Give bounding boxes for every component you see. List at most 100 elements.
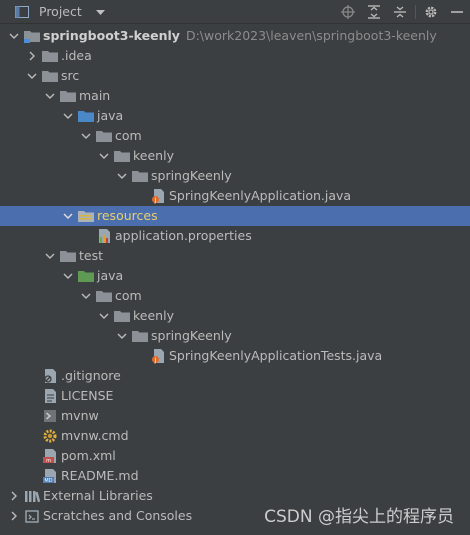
- project-tree: springboot3-keenly D:\work2023\leaven\sp…: [0, 24, 470, 535]
- tree-item-test-keenly[interactable]: keenly: [0, 306, 470, 326]
- resources-folder-icon: [78, 208, 94, 224]
- tree-item-keenly[interactable]: keenly: [0, 146, 470, 166]
- chevron-right-icon[interactable]: [8, 510, 20, 522]
- scratches-icon: [24, 508, 40, 524]
- maven-pom-icon: m: [42, 448, 58, 464]
- shell-script-icon: [42, 408, 58, 424]
- collapse-all-icon[interactable]: [387, 0, 413, 24]
- tree-item-label: java: [97, 268, 124, 283]
- tree-item-label: pom.xml: [61, 448, 116, 463]
- tree-item-label: mvnw.cmd: [61, 428, 129, 443]
- tree-item-test-java[interactable]: java: [0, 266, 470, 286]
- tree-item-label: LICENSE: [61, 388, 114, 403]
- tree-item-label: Scratches and Consoles: [43, 508, 193, 523]
- folder-icon: [42, 48, 58, 64]
- tree-item-label: resources: [97, 208, 158, 223]
- cmd-gear-icon: [42, 428, 58, 444]
- tree-item-test[interactable]: test: [0, 246, 470, 266]
- java-class-icon: J: [150, 348, 166, 364]
- tree-item-mvnw-cmd[interactable]: mvnw.cmd: [0, 426, 470, 446]
- tree-item-test-springkeenly[interactable]: springKeenly: [0, 326, 470, 346]
- tree-item-label: main: [79, 88, 111, 103]
- properties-file-icon: [96, 228, 112, 244]
- tree-item-label: SpringKeenlyApplicationTests.java: [169, 348, 383, 363]
- locate-icon[interactable]: [335, 0, 361, 24]
- tree-item-src[interactable]: src: [0, 66, 470, 86]
- chevron-right-icon[interactable]: [8, 490, 20, 502]
- package-folder-icon: [114, 308, 130, 324]
- root-project-name: springboot3-keenly: [43, 28, 180, 43]
- chevron-down-icon[interactable]: [62, 110, 74, 122]
- toolbar-divider: [415, 5, 416, 19]
- package-folder-icon: [96, 128, 112, 144]
- tree-item-idea[interactable]: .idea: [0, 46, 470, 66]
- java-class-icon: J: [150, 188, 166, 204]
- tree-item-resources[interactable]: resources: [0, 206, 470, 226]
- tree-item-license[interactable]: LICENSE: [0, 386, 470, 406]
- chevron-down-icon[interactable]: [8, 30, 20, 42]
- folder-icon: [60, 248, 76, 264]
- markdown-file-icon: MD: [42, 468, 58, 484]
- package-folder-icon: [114, 148, 130, 164]
- settings-icon[interactable]: [418, 0, 444, 24]
- chevron-down-icon[interactable]: [80, 290, 92, 302]
- tree-item-label: README.md: [61, 468, 139, 483]
- project-toolbar: Project: [0, 0, 470, 24]
- expand-all-icon[interactable]: [361, 0, 387, 24]
- tree-item-gitignore[interactable]: .gitignore: [0, 366, 470, 386]
- test-source-folder-icon: [78, 268, 94, 284]
- tree-item-test-com[interactable]: com: [0, 286, 470, 306]
- tree-item-application-class[interactable]: J SpringKeenlyApplication.java: [0, 186, 470, 206]
- folder-icon: [42, 68, 58, 84]
- tree-item-pom[interactable]: m pom.xml: [0, 446, 470, 466]
- chevron-down-icon[interactable]: [116, 330, 128, 342]
- project-panel-icon: [14, 4, 30, 20]
- chevron-down-icon[interactable]: [116, 170, 128, 182]
- chevron-down-icon[interactable]: [44, 250, 56, 262]
- tree-item-application-properties[interactable]: application.properties: [0, 226, 470, 246]
- tree-item-test-class[interactable]: J SpringKeenlyApplicationTests.java: [0, 346, 470, 366]
- tree-item-label: mvnw: [61, 408, 99, 423]
- tree-item-springkeenly[interactable]: springKeenly: [0, 166, 470, 186]
- tree-item-label: .gitignore: [61, 368, 121, 383]
- tree-item-readme[interactable]: MD README.md: [0, 466, 470, 486]
- tree-item-label: .idea: [61, 48, 92, 63]
- package-folder-icon: [96, 288, 112, 304]
- hide-icon[interactable]: [444, 0, 470, 24]
- tree-item-label: java: [97, 108, 124, 123]
- chevron-down-icon[interactable]: [98, 310, 110, 322]
- tree-item-com[interactable]: com: [0, 126, 470, 146]
- chevron-down-icon[interactable]: [62, 210, 74, 222]
- tree-item-label: keenly: [133, 308, 174, 323]
- source-folder-icon: [78, 108, 94, 124]
- tree-item-label: application.properties: [115, 228, 252, 243]
- chevron-down-icon[interactable]: [44, 90, 56, 102]
- tree-item-root[interactable]: springboot3-keenly D:\work2023\leaven\sp…: [0, 26, 470, 46]
- tree-item-main[interactable]: main: [0, 86, 470, 106]
- chevron-down-icon[interactable]: [80, 130, 92, 142]
- library-icon: [24, 488, 40, 504]
- csdn-watermark: CSDN @指尖上的程序员: [264, 507, 454, 527]
- project-view-label: Project: [39, 4, 82, 19]
- tree-item-label: keenly: [133, 148, 174, 163]
- chevron-down-icon[interactable]: [98, 150, 110, 162]
- tree-item-mvnw[interactable]: mvnw: [0, 406, 470, 426]
- tree-item-label: External Libraries: [43, 488, 153, 503]
- package-folder-icon: [132, 328, 148, 344]
- tree-item-label: springKeenly: [151, 168, 232, 183]
- tree-item-label: SpringKeenlyApplication.java: [169, 188, 352, 203]
- tree-item-java[interactable]: java: [0, 106, 470, 126]
- module-folder-icon: [24, 28, 40, 44]
- tree-item-label: src: [61, 68, 80, 83]
- chevron-right-icon[interactable]: [26, 50, 38, 62]
- folder-icon: [60, 88, 76, 104]
- chevron-down-icon[interactable]: [62, 270, 74, 282]
- svg-text:J: J: [154, 197, 157, 204]
- project-view-selector[interactable]: Project: [14, 4, 105, 20]
- package-folder-icon: [132, 168, 148, 184]
- chevron-down-icon[interactable]: [26, 70, 38, 82]
- tree-item-label: test: [79, 248, 104, 263]
- svg-text:MD: MD: [44, 478, 52, 484]
- text-file-icon: [42, 388, 58, 404]
- tree-item-label: springKeenly: [151, 328, 232, 343]
